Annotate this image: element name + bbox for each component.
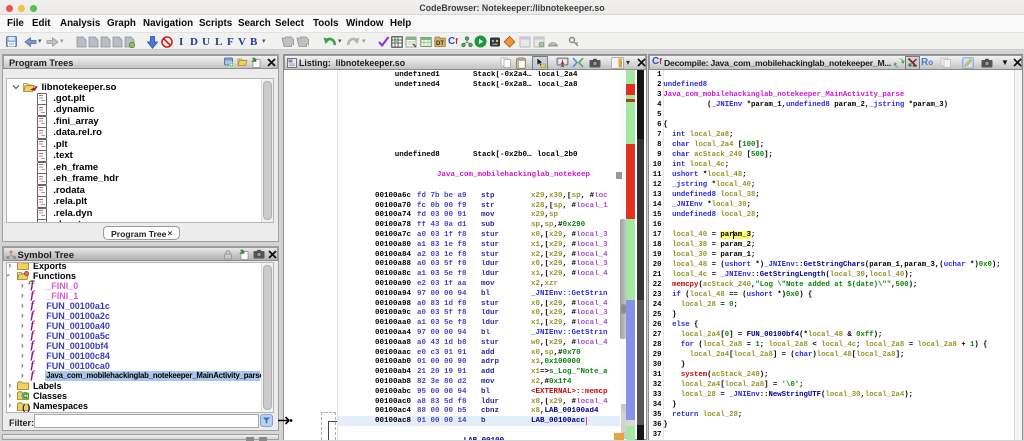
svg-text:( ): ( )	[22, 402, 30, 412]
svg-text:C: C	[23, 394, 28, 400]
svg-text:DT: DT	[436, 41, 444, 47]
